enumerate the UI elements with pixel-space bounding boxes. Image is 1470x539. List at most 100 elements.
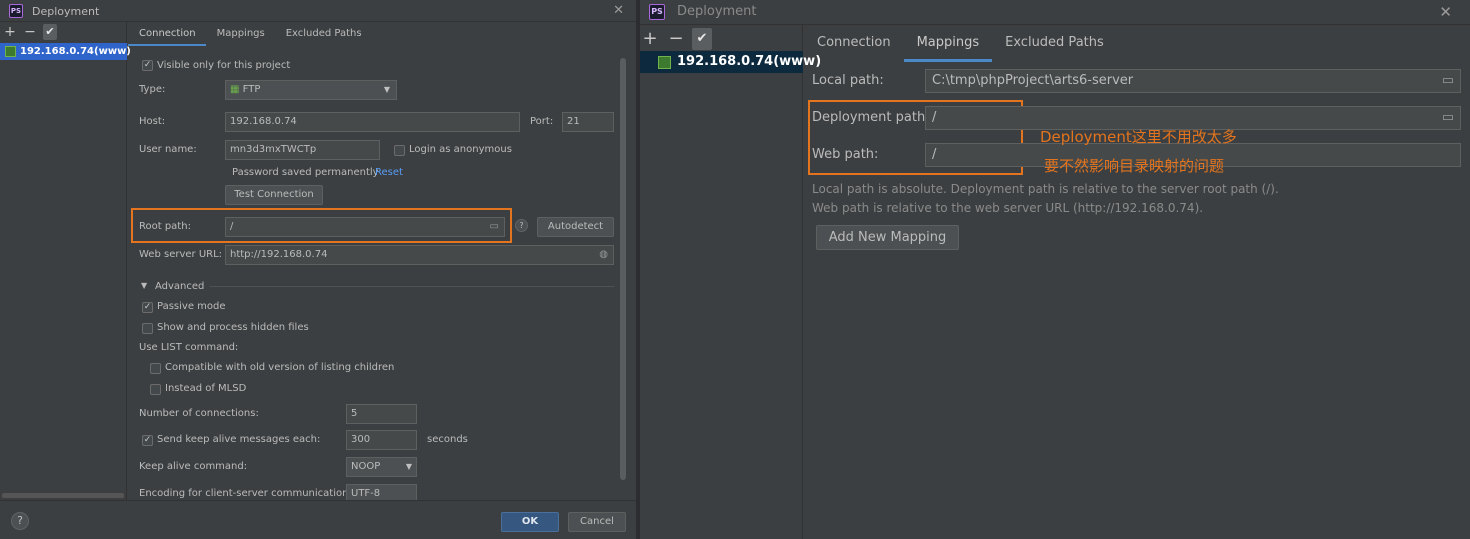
port-input[interactable]: 21 bbox=[562, 112, 614, 132]
web-url-value: http://192.168.0.74 bbox=[230, 249, 328, 260]
host-input[interactable]: 192.168.0.74 bbox=[225, 112, 520, 132]
server-list-pane: + − ✔ 192.168.0.74(www) bbox=[0, 22, 131, 500]
anonymous-checkbox[interactable] bbox=[394, 145, 405, 156]
advanced-section-title[interactable]: Advanced bbox=[155, 281, 204, 292]
root-path-input[interactable]: / ▭ bbox=[225, 217, 505, 237]
close-icon[interactable]: ✕ bbox=[1439, 3, 1452, 21]
chevron-down-icon: ▼ bbox=[405, 462, 412, 471]
tab-excluded-paths[interactable]: Excluded Paths bbox=[275, 22, 372, 45]
cancel-button[interactable]: Cancel bbox=[568, 512, 626, 532]
local-path-value: C:\tmp\phpProject\arts6-server bbox=[932, 73, 1134, 88]
root-path-help-icon[interactable]: ? bbox=[515, 219, 528, 232]
server-name: 192.168.0.74(www) bbox=[677, 54, 822, 69]
info-line-2: Web path is relative to the web server U… bbox=[812, 201, 1204, 215]
local-path-label: Local path: bbox=[812, 73, 884, 88]
ftp-server-icon bbox=[5, 46, 16, 57]
reset-link[interactable]: Reset bbox=[375, 167, 403, 178]
add-server-button[interactable]: + bbox=[640, 28, 660, 50]
globe-icon[interactable]: ◍ bbox=[599, 246, 608, 264]
compat-listing-checkbox[interactable] bbox=[150, 363, 161, 374]
local-path-input[interactable]: C:\tmp\phpProject\arts6-server ▭ bbox=[925, 69, 1461, 93]
root-path-label: Root path: bbox=[139, 221, 191, 232]
server-name: 192.168.0.74(www) bbox=[20, 46, 131, 57]
vertical-scrollbar[interactable] bbox=[620, 58, 626, 480]
dialog-title: Deployment bbox=[32, 5, 100, 18]
anonymous-label: Login as anonymous bbox=[409, 144, 512, 155]
horizontal-scrollbar[interactable] bbox=[2, 493, 124, 498]
chevron-down-icon: ▼ bbox=[383, 85, 390, 94]
connection-panel: ✓ Visible only for this project Type: ▦ … bbox=[128, 46, 627, 500]
username-input[interactable]: mn3d3mxTWCTp bbox=[225, 140, 380, 160]
passive-mode-label: Passive mode bbox=[157, 301, 226, 312]
keepalive-checkbox[interactable]: ✓ bbox=[142, 435, 153, 446]
tab-connection[interactable]: Connection bbox=[128, 22, 206, 46]
type-label: Type: bbox=[139, 84, 166, 95]
tab-mappings[interactable]: Mappings bbox=[206, 22, 275, 45]
add-server-button[interactable]: + bbox=[3, 24, 17, 40]
help-icon[interactable]: ? bbox=[11, 512, 29, 530]
hidden-files-checkbox[interactable] bbox=[142, 323, 153, 334]
annotation-line-1: Deployment这里不用改太多 bbox=[1040, 128, 1237, 146]
root-path-value: / bbox=[230, 221, 234, 232]
port-label: Port: bbox=[530, 116, 554, 127]
web-path-label: Web path: bbox=[812, 147, 879, 162]
title-bar: PS Deployment ✕ bbox=[640, 0, 1470, 25]
connections-label: Number of connections: bbox=[139, 408, 259, 419]
visible-only-checkbox[interactable]: ✓ bbox=[142, 60, 153, 71]
keepalive-unit: seconds bbox=[427, 434, 468, 445]
ftp-server-icon bbox=[658, 56, 671, 69]
tab-strip: Connection Mappings Excluded Paths bbox=[804, 25, 1117, 62]
web-url-label: Web server URL: bbox=[139, 249, 223, 260]
keepalive-command-select[interactable]: NOOP ▼ bbox=[346, 457, 417, 477]
close-icon[interactable]: ✕ bbox=[613, 3, 624, 18]
annotation-line-2: 要不然影响目录映射的问题 bbox=[1044, 157, 1225, 175]
deployment-path-label: Deployment path: bbox=[812, 110, 930, 125]
type-select[interactable]: ▦ FTP ▼ bbox=[225, 80, 397, 100]
set-default-button[interactable]: ✔ bbox=[43, 24, 57, 40]
server-list-pane: + − ✔ 192.168.0.74(www) bbox=[640, 25, 821, 539]
folder-icon[interactable]: ▭ bbox=[490, 218, 499, 236]
add-new-mapping-button[interactable]: Add New Mapping bbox=[816, 225, 959, 250]
username-label: User name: bbox=[139, 144, 197, 155]
keepalive-command-value: NOOP bbox=[351, 461, 381, 472]
encoding-select[interactable]: UTF-8 bbox=[346, 484, 417, 500]
passive-mode-checkbox[interactable]: ✓ bbox=[142, 302, 153, 313]
folder-icon[interactable]: ▭ bbox=[1442, 70, 1454, 92]
instead-mlsd-checkbox[interactable] bbox=[150, 384, 161, 395]
web-url-input[interactable]: http://192.168.0.74 ◍ bbox=[225, 245, 614, 265]
remove-server-button[interactable]: − bbox=[666, 28, 686, 50]
section-divider bbox=[210, 286, 614, 287]
keepalive-command-label: Keep alive command: bbox=[139, 461, 248, 472]
collapse-triangle-icon[interactable]: ▼ bbox=[141, 281, 147, 290]
host-label: Host: bbox=[139, 116, 166, 127]
title-bar: PS Deployment ✕ bbox=[0, 0, 636, 22]
dialog-title: Deployment bbox=[677, 4, 757, 19]
deployment-dialog-mappings: PS Deployment ✕ + − ✔ 192.168.0.74(www) … bbox=[640, 0, 1470, 539]
password-status: Password saved permanently bbox=[232, 167, 379, 178]
instead-mlsd-label: Instead of MLSD bbox=[165, 383, 247, 394]
set-default-button[interactable]: ✔ bbox=[692, 28, 712, 50]
phpstorm-logo-icon: PS bbox=[649, 4, 665, 20]
server-list-item[interactable]: 192.168.0.74(www) bbox=[640, 51, 821, 73]
remove-server-button[interactable]: − bbox=[23, 24, 37, 40]
tab-mappings[interactable]: Mappings bbox=[903, 25, 993, 62]
test-connection-button[interactable]: Test Connection bbox=[225, 185, 323, 205]
tab-excluded-paths[interactable]: Excluded Paths bbox=[992, 25, 1117, 60]
type-value: FTP bbox=[242, 84, 261, 95]
tab-strip: Connection Mappings Excluded Paths bbox=[128, 22, 372, 46]
deployment-dialog-connection: PS Deployment ✕ + − ✔ 192.168.0.74(www) … bbox=[0, 0, 636, 539]
visible-only-label: Visible only for this project bbox=[157, 60, 291, 71]
folder-icon[interactable]: ▭ bbox=[1442, 107, 1454, 129]
list-command-label: Use LIST command: bbox=[139, 342, 239, 353]
dialog-footer: ? OK Cancel bbox=[0, 500, 636, 539]
keepalive-input[interactable]: 300 bbox=[346, 430, 417, 450]
info-line-1: Local path is absolute. Deployment path … bbox=[812, 182, 1279, 196]
server-list-item[interactable]: 192.168.0.74(www) bbox=[0, 43, 131, 60]
phpstorm-logo-icon: PS bbox=[9, 4, 23, 18]
autodetect-button[interactable]: Autodetect bbox=[537, 217, 614, 237]
ok-button[interactable]: OK bbox=[501, 512, 559, 532]
tab-connection[interactable]: Connection bbox=[804, 25, 904, 60]
keepalive-label: Send keep alive messages each: bbox=[157, 434, 321, 445]
connections-input[interactable]: 5 bbox=[346, 404, 417, 424]
compat-listing-label: Compatible with old version of listing c… bbox=[165, 362, 395, 373]
